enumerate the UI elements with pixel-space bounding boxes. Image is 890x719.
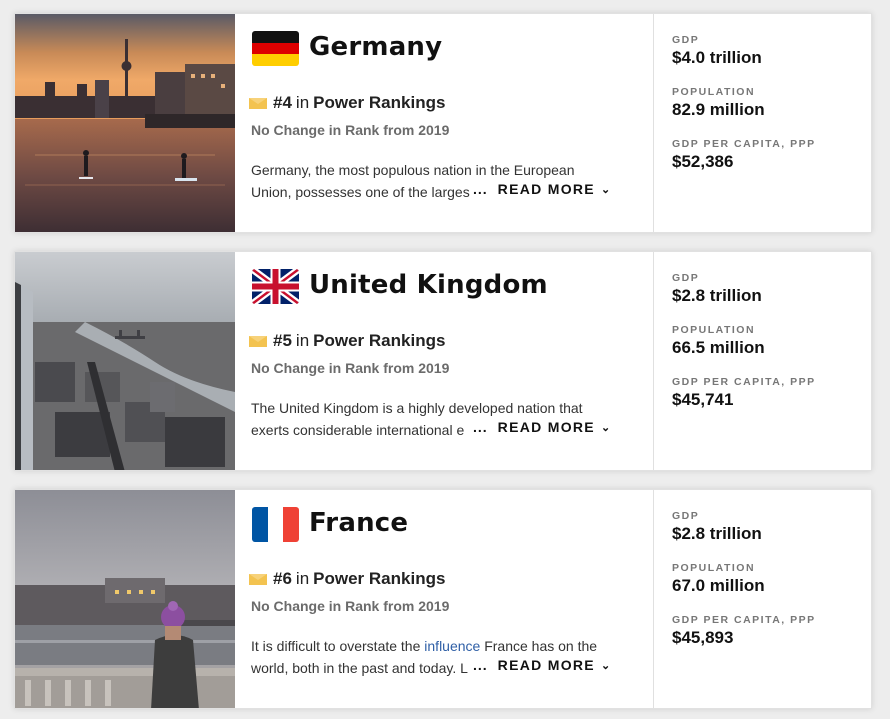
power-rankings-link[interactable]: Power Rankings: [313, 331, 445, 351]
rank-medal-icon: [249, 335, 267, 347]
description-text: France has on the: [480, 638, 598, 654]
stat-label: POPULATION: [672, 324, 756, 336]
stat-gdp-per-capita: GDP PER CAPITA, PPP $45,741: [672, 376, 862, 410]
stat-label: GDP: [672, 34, 700, 46]
rank-number: #5: [273, 331, 292, 350]
rank-line: #4 in Power Rankings: [248, 93, 445, 113]
rank-medal-icon: [249, 573, 267, 585]
country-title[interactable]: United Kingdom: [309, 270, 548, 300]
ellipsis: ...: [473, 419, 488, 435]
london-aerial-image: [15, 252, 235, 470]
rank-change-text: No Change in Rank from 2019: [251, 360, 450, 376]
ellipsis: ...: [473, 181, 488, 197]
germany-photo[interactable]: [15, 14, 235, 232]
description-line-2-text: Union, possesses one of the larges: [251, 184, 470, 200]
read-more-label: READ MORE: [497, 419, 595, 435]
read-more-label: READ MORE: [497, 181, 595, 197]
country-stats: GDP $4.0 trillion POPULATION 82.9 millio…: [672, 34, 862, 190]
column-divider: [653, 490, 654, 708]
read-more-button[interactable]: ... READ MORE ⌄: [473, 181, 611, 197]
read-more-label: READ MORE: [497, 657, 595, 673]
germany-flag-icon: [252, 31, 299, 66]
paris-river-image: [15, 490, 235, 708]
description-text: It is difficult to overstate the: [251, 638, 425, 654]
rank-in-text: in: [295, 569, 310, 588]
stat-gdp-per-capita: GDP PER CAPITA, PPP $45,893: [672, 614, 862, 648]
country-card-united-kingdom: United Kingdom #5 in Power Rankings No C…: [14, 251, 872, 471]
stat-population: POPULATION 66.5 million: [672, 324, 862, 358]
rank-change-text: No Change in Rank from 2019: [251, 598, 450, 614]
country-card-france: France #6 in Power Rankings No Change in…: [14, 489, 872, 709]
stat-gdp-per-capita: GDP PER CAPITA, PPP $52,386: [672, 138, 862, 172]
france-photo[interactable]: [15, 490, 235, 708]
stat-value: 82.9 million: [672, 100, 765, 119]
power-rankings-link[interactable]: Power Rankings: [313, 93, 445, 113]
country-title[interactable]: France: [309, 508, 408, 538]
rank-in-text: in: [295, 331, 310, 350]
rank-medal-icon: [249, 97, 267, 109]
france-flag-icon: [252, 507, 299, 542]
read-more-button[interactable]: ... READ MORE ⌄: [473, 657, 611, 673]
rank-line: #5 in Power Rankings: [248, 331, 445, 351]
rank-change-text: No Change in Rank from 2019: [251, 122, 450, 138]
stat-value: $45,893: [672, 628, 734, 647]
stat-value: $2.8 trillion: [672, 524, 762, 543]
stat-population: POPULATION 67.0 million: [672, 562, 862, 596]
description-line-2: exerts considerable international e: [251, 419, 499, 441]
chevron-down-icon: ⌄: [600, 659, 612, 672]
country-stats: GDP $2.8 trillion POPULATION 67.0 millio…: [672, 510, 862, 666]
read-more-button[interactable]: ... READ MORE ⌄: [473, 419, 611, 435]
chevron-down-icon: ⌄: [600, 421, 612, 434]
chevron-down-icon: ⌄: [600, 183, 612, 196]
country-stats: GDP $2.8 trillion POPULATION 66.5 millio…: [672, 272, 862, 428]
ellipsis: ...: [473, 657, 488, 673]
influence-link[interactable]: influence: [424, 638, 480, 654]
description-line-2: Union, possesses one of the larges: [251, 181, 499, 203]
description-line-1: Germany, the most populous nation in the…: [251, 162, 575, 178]
rank-line: #6 in Power Rankings: [248, 569, 445, 589]
stat-label: POPULATION: [672, 562, 756, 574]
stat-value: $4.0 trillion: [672, 48, 762, 67]
power-rankings-link[interactable]: Power Rankings: [313, 569, 445, 589]
column-divider: [653, 252, 654, 470]
stat-gdp: GDP $2.8 trillion: [672, 272, 862, 306]
stat-value: 67.0 million: [672, 576, 765, 595]
stat-value: $2.8 trillion: [672, 286, 762, 305]
stat-label: GDP PER CAPITA, PPP: [672, 138, 816, 150]
description-line-1: It is difficult to overstate the influen…: [251, 635, 639, 657]
stat-population: POPULATION 82.9 million: [672, 86, 862, 120]
berlin-river-image: [15, 14, 235, 232]
description-line-1: The United Kingdom is a highly developed…: [251, 400, 583, 416]
stat-value: $52,386: [672, 152, 734, 171]
stat-gdp: GDP $4.0 trillion: [672, 34, 862, 68]
stat-label: GDP PER CAPITA, PPP: [672, 614, 816, 626]
description-line-2-text: world, both in the past and today. L: [251, 660, 468, 676]
stat-value: $45,741: [672, 390, 734, 409]
united-kingdom-photo[interactable]: [15, 252, 235, 470]
description-line-2: world, both in the past and today. L: [251, 657, 499, 679]
rank-in-text: in: [295, 93, 310, 112]
stat-gdp: GDP $2.8 trillion: [672, 510, 862, 544]
description-line-2-text: exerts considerable international e: [251, 422, 465, 438]
stat-label: GDP: [672, 272, 700, 284]
stat-label: GDP: [672, 510, 700, 522]
column-divider: [653, 14, 654, 232]
rank-number: #4: [273, 93, 292, 112]
country-title[interactable]: Germany: [309, 32, 442, 62]
stat-label: POPULATION: [672, 86, 756, 98]
stat-value: 66.5 million: [672, 338, 765, 357]
country-card-germany: Germany #4 in Power Rankings No Change i…: [14, 13, 872, 233]
uk-flag-icon: [252, 269, 299, 304]
rank-number: #6: [273, 569, 292, 588]
stat-label: GDP PER CAPITA, PPP: [672, 376, 816, 388]
